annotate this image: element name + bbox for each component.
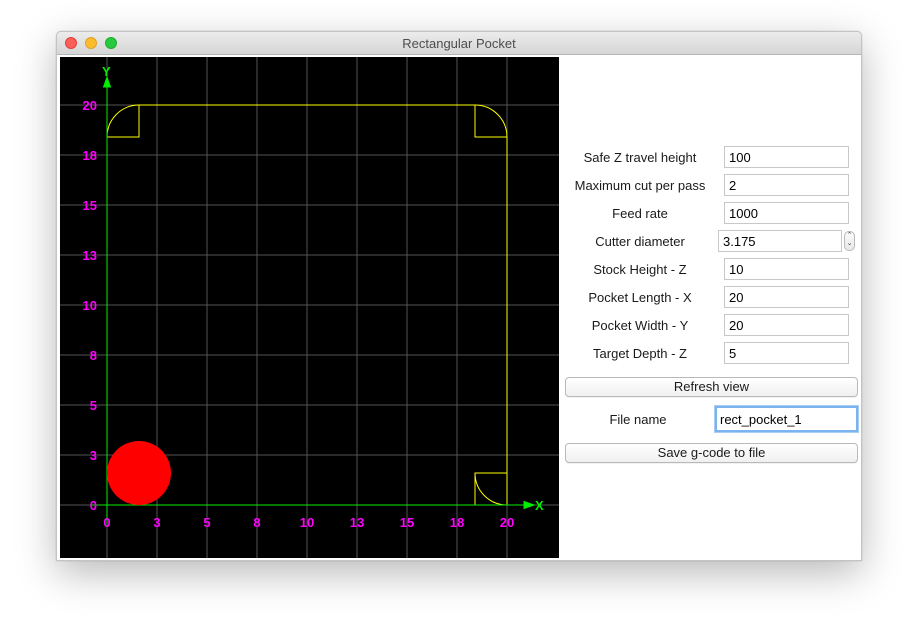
x-tick-label: 20	[500, 515, 514, 530]
cutter-diameter-label: Cutter diameter	[595, 234, 685, 249]
preview-plot: Y X 0 3 5 8 10 13 15 18 20 0 3 5 8 10 13…	[60, 57, 559, 558]
y-tick-label: 0	[90, 498, 97, 513]
safe-z-input[interactable]	[724, 146, 849, 168]
x-tick-label: 13	[350, 515, 364, 530]
y-tick-label: 3	[90, 448, 97, 463]
y-tick-label: 20	[83, 98, 97, 113]
pocket-length-label: Pocket Length - X	[588, 290, 692, 305]
title-bar: Rectangular Pocket	[57, 32, 861, 55]
y-tick-label: 18	[83, 148, 97, 163]
cutter-diameter-input[interactable]	[718, 230, 842, 252]
max-cut-input[interactable]	[724, 174, 849, 196]
x-tick-label: 3	[153, 515, 160, 530]
save-gcode-button[interactable]: Save g-code to file	[565, 443, 858, 463]
file-name-input[interactable]	[715, 406, 858, 432]
x-axis-label: X	[535, 498, 544, 513]
feed-rate-label: Feed rate	[612, 206, 668, 221]
preview-canvas[interactable]: Y X 0 3 5 8 10 13 15 18 20 0 3 5 8 10 13…	[60, 57, 559, 558]
cutter-diameter-stepper[interactable]: ⌃ ⌄	[844, 231, 855, 251]
y-axis-label: Y	[102, 64, 111, 79]
feed-rate-input[interactable]	[724, 202, 849, 224]
x-tick-label: 15	[400, 515, 414, 530]
refresh-view-button[interactable]: Refresh view	[565, 377, 858, 397]
x-tick-label: 18	[450, 515, 464, 530]
pocket-width-input[interactable]	[724, 314, 849, 336]
x-tick-label: 8	[253, 515, 260, 530]
y-tick-label: 13	[83, 248, 97, 263]
max-cut-label: Maximum cut per pass	[574, 178, 706, 193]
y-tick-label: 8	[90, 348, 97, 363]
stock-height-label: Stock Height - Z	[593, 262, 687, 277]
stock-height-input[interactable]	[724, 258, 849, 280]
pocket-width-label: Pocket Width - Y	[591, 318, 689, 333]
safe-z-label: Safe Z travel height	[583, 150, 697, 165]
y-tick-label: 15	[83, 198, 97, 213]
x-tick-label: 0	[103, 515, 110, 530]
pocket-length-input[interactable]	[724, 286, 849, 308]
target-depth-label: Target Depth - Z	[593, 346, 687, 361]
app-window: Rectangular Pocket Y X 0 3 5 8 10 13 15 …	[56, 31, 862, 561]
target-depth-input[interactable]	[724, 342, 849, 364]
x-tick-label: 5	[203, 515, 210, 530]
file-name-label: File name	[609, 412, 667, 427]
y-tick-label: 5	[90, 398, 97, 413]
y-tick-label: 10	[83, 298, 97, 313]
cutter-circle	[107, 441, 171, 505]
window-title: Rectangular Pocket	[402, 36, 516, 51]
x-tick-label: 10	[300, 515, 314, 530]
